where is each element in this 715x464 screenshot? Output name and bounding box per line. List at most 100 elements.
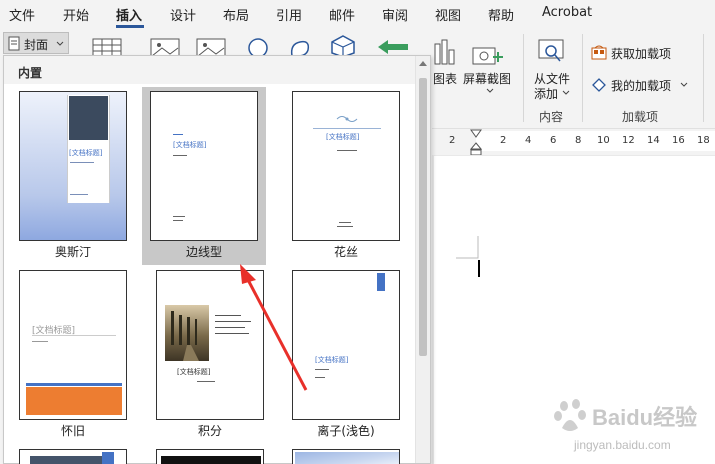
- watermark-brand: Baidu经验: [592, 405, 698, 430]
- screenshot-label[interactable]: 屏幕截图: [463, 70, 511, 87]
- gallery-scrollbar[interactable]: [415, 56, 430, 463]
- menu-bar: 文件 开始 插入 设计 布局 引用 邮件 审阅 视图 帮助 Acrobat: [0, 0, 715, 28]
- preview-title: [文档标题]: [315, 356, 349, 364]
- cover-template-ion-light[interactable]: [文档标题] 离子(浅色): [284, 266, 408, 444]
- ruler-tick: 8: [575, 135, 582, 146]
- preview-line: [197, 381, 215, 382]
- watermark-url: jingyan.baidu.com: [574, 438, 671, 452]
- preview-line: [313, 128, 381, 129]
- preview-title: [文档标题]: [69, 149, 103, 157]
- ribbon-separator: [523, 34, 524, 122]
- template-name: 积分: [197, 424, 222, 438]
- preview-line: [215, 333, 249, 334]
- ribbon-separator: [703, 34, 704, 122]
- preview-line: [215, 315, 241, 316]
- preview-title: [文档标题]: [173, 141, 207, 149]
- my-addins-icon[interactable]: [591, 77, 607, 93]
- preview-line: [215, 327, 245, 328]
- my-addins-button[interactable]: 我的加载项: [611, 77, 671, 94]
- content-group-label: 内容: [539, 110, 564, 124]
- screenshot-icon[interactable]: [472, 42, 506, 66]
- ruler-tick: 12: [622, 135, 635, 146]
- scroll-thumb[interactable]: [419, 78, 427, 356]
- cover-template-sideline[interactable]: [文档标题] 边线型: [142, 87, 266, 265]
- tree-road-image: [171, 311, 199, 361]
- tab-help[interactable]: 帮助: [488, 5, 514, 24]
- cover-template-row3-c[interactable]: [292, 449, 400, 464]
- template-name: 边线型: [185, 245, 222, 259]
- preview-line: [337, 150, 357, 151]
- preview-line: [339, 222, 351, 223]
- tab-mailings[interactable]: 邮件: [329, 5, 355, 24]
- ruler-tick: 6: [550, 135, 557, 146]
- preview-band: [26, 383, 122, 386]
- template-preview: [文档标题]: [292, 91, 400, 241]
- ruler-tick: 14: [647, 135, 660, 146]
- smartart-icon[interactable]: [376, 38, 410, 56]
- chevron-down-icon: [56, 41, 64, 46]
- add-from-file-icon[interactable]: [537, 38, 567, 66]
- tab-references[interactable]: 引用: [276, 5, 302, 24]
- preview-line: [70, 162, 94, 163]
- tab-insert[interactable]: 插入: [116, 5, 142, 24]
- preview-line: [315, 369, 329, 370]
- preview-tab: [102, 452, 114, 464]
- template-name: 奥斯汀: [54, 245, 91, 259]
- scroll-up-icon[interactable]: [419, 61, 427, 66]
- margin-corner-mark: [456, 236, 479, 259]
- template-name: 花丝: [333, 245, 358, 259]
- baidu-paw-logo: [554, 399, 586, 431]
- word-window: 文件 开始 插入 设计 布局 引用 邮件 审阅 视图 帮助 Acrobat 封面…: [0, 0, 715, 464]
- chevron-down-icon: [562, 90, 570, 95]
- preview-line: [173, 216, 185, 217]
- preview-band: [30, 456, 102, 464]
- cover-template-integral[interactable]: [文档标题] 积分: [148, 266, 272, 444]
- preview-line: [32, 341, 48, 342]
- preview-band: [161, 456, 261, 464]
- template-preview: [文档标题]: [150, 91, 258, 241]
- template-preview: [文档标题]: [292, 270, 400, 420]
- chevron-down-icon: [486, 88, 494, 93]
- cover-template-filigree[interactable]: [文档标题] 花丝: [284, 87, 408, 265]
- preview-line: [173, 134, 183, 135]
- template-name: 离子(浅色): [317, 424, 375, 438]
- ruler-tick: 10: [597, 135, 610, 146]
- tab-layout[interactable]: 布局: [223, 5, 249, 24]
- preview-line: [173, 220, 183, 221]
- ornament-icon: [336, 116, 358, 122]
- from-file-label-2[interactable]: 添加: [534, 85, 558, 102]
- template-name: 怀旧: [60, 424, 85, 438]
- template-preview: [文档标题]: [19, 270, 127, 420]
- gallery-section-title: 内置: [18, 66, 43, 80]
- cover-template-retrospect[interactable]: [文档标题] 怀旧: [11, 266, 135, 444]
- preview-line: [70, 194, 88, 195]
- ruler-tick: 16: [672, 135, 685, 146]
- cover-template-row3-a[interactable]: [19, 449, 127, 464]
- ruler-tick: 2: [500, 135, 507, 146]
- chart-label[interactable]: 图表: [433, 70, 457, 87]
- tab-acrobat[interactable]: Acrobat: [542, 5, 592, 20]
- preview-line: [173, 155, 187, 156]
- template-preview: [文档标题]: [19, 91, 127, 241]
- cover-page-icon: [8, 36, 20, 51]
- cover-template-row3-b[interactable]: [156, 449, 264, 464]
- chevron-down-icon: [680, 82, 688, 87]
- cover-page-button[interactable]: 封面: [3, 32, 69, 54]
- preview-image-block: [69, 96, 108, 140]
- store-icon[interactable]: [591, 44, 607, 60]
- preview-photo: [165, 305, 209, 361]
- preview-title: [文档标题]: [326, 133, 360, 141]
- preview-tab: [377, 273, 385, 291]
- tab-design[interactable]: 设计: [170, 5, 196, 24]
- ruler-tick: 18: [697, 135, 710, 146]
- addins-group-label: 加载项: [622, 110, 659, 124]
- text-cursor: [478, 260, 480, 277]
- tab-file[interactable]: 文件: [9, 5, 35, 24]
- tab-home[interactable]: 开始: [63, 5, 89, 24]
- tab-view[interactable]: 视图: [435, 5, 461, 24]
- indent-marker-icon[interactable]: [470, 129, 482, 157]
- cover-template-austin[interactable]: [文档标题] 奥斯汀: [11, 87, 135, 265]
- chart-icon[interactable]: [433, 38, 455, 66]
- get-addins-button[interactable]: 获取加载项: [611, 45, 671, 62]
- tab-review[interactable]: 审阅: [382, 5, 408, 24]
